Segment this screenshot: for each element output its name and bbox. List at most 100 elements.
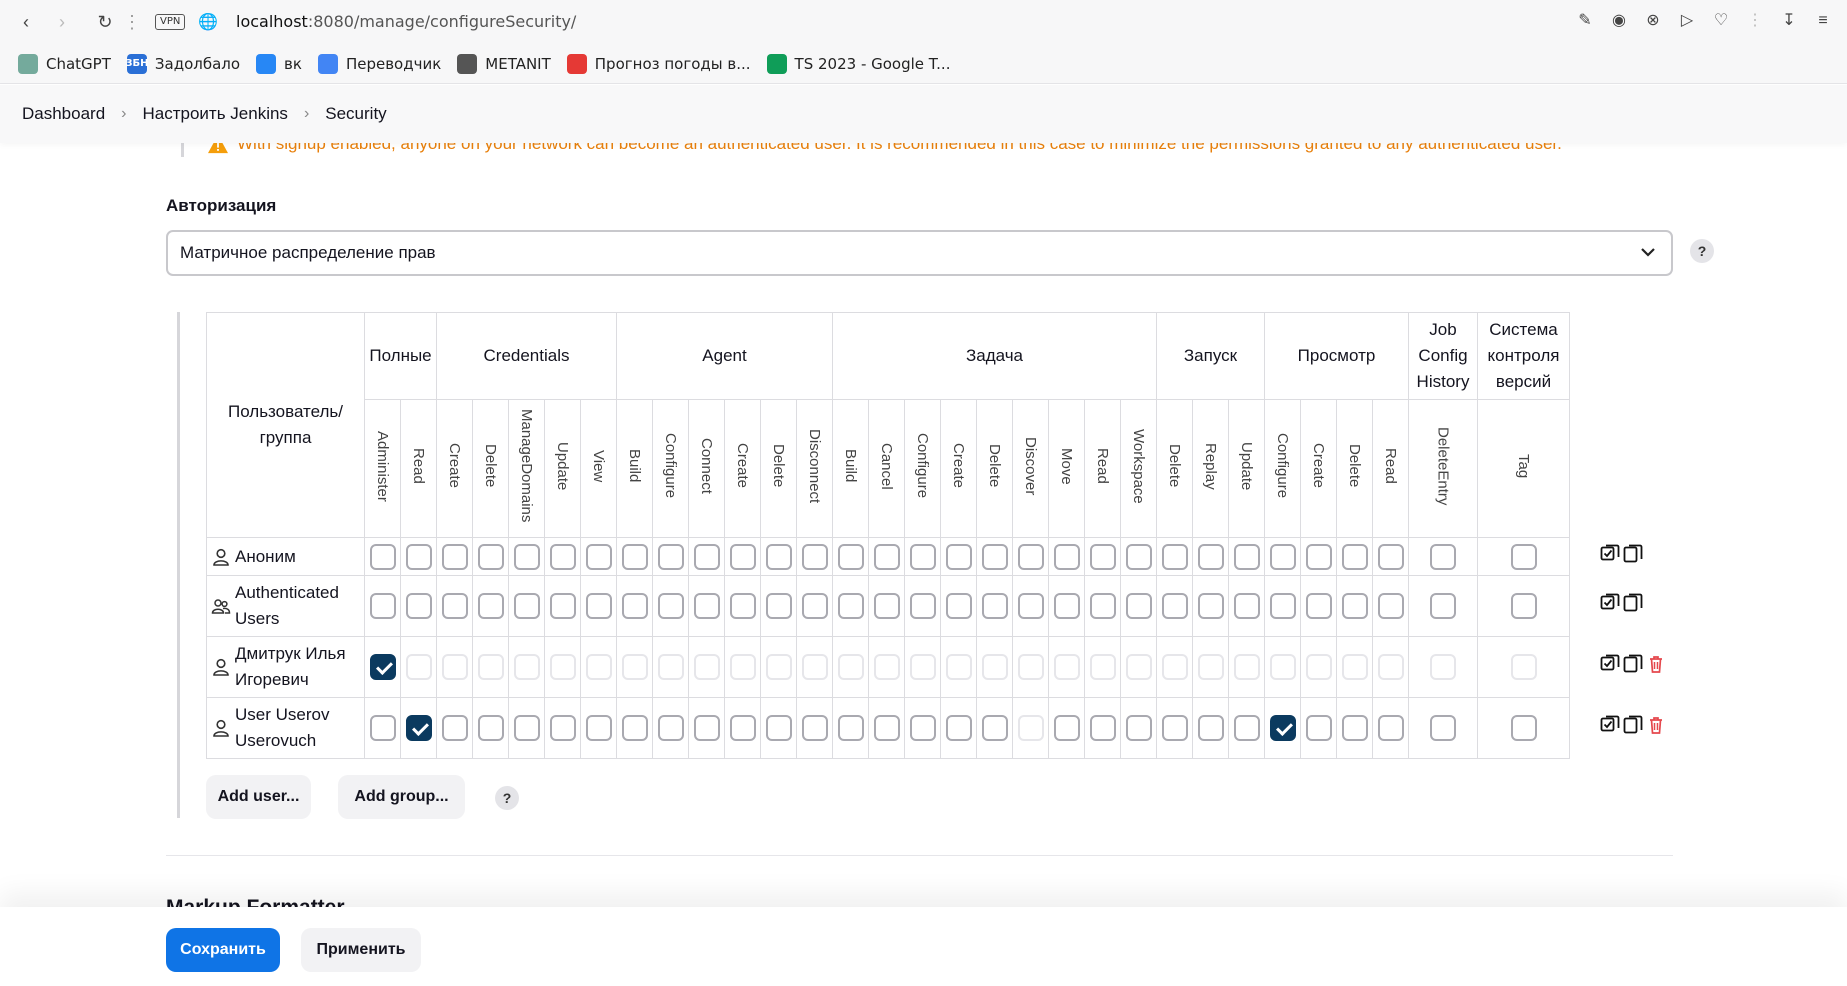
settings-sliders-icon[interactable]: ≡ xyxy=(1813,10,1833,32)
bookmark-item[interactable]: Прогноз погоды в... xyxy=(566,53,751,74)
permission-checkbox[interactable] xyxy=(873,715,900,741)
permission-checkbox[interactable] xyxy=(1161,543,1188,570)
permission-checkbox[interactable] xyxy=(369,593,396,619)
permission-checkbox[interactable] xyxy=(1197,715,1224,741)
permission-checkbox[interactable] xyxy=(729,654,756,680)
permission-checkbox[interactable] xyxy=(729,715,756,741)
permission-checkbox[interactable] xyxy=(1510,593,1537,619)
permission-checkbox[interactable] xyxy=(981,593,1008,619)
permission-checkbox[interactable] xyxy=(945,593,972,619)
breadcrumb-dashboard[interactable]: Dashboard xyxy=(22,104,105,124)
select-all-icon[interactable] xyxy=(1600,715,1620,735)
permission-checkbox[interactable] xyxy=(1161,715,1188,741)
permission-checkbox[interactable] xyxy=(1053,654,1080,680)
add-user-button[interactable]: Add user... xyxy=(206,775,311,819)
permission-checkbox[interactable] xyxy=(873,593,900,619)
permission-checkbox[interactable] xyxy=(1341,654,1368,680)
permission-checkbox[interactable] xyxy=(405,654,432,680)
permission-checkbox[interactable] xyxy=(1197,654,1224,680)
address-bar[interactable]: localhost:8080/manage/configureSecurity/ xyxy=(236,12,576,31)
permission-checkbox[interactable] xyxy=(1017,593,1044,619)
add-group-button[interactable]: Add group... xyxy=(338,775,465,819)
unselect-all-icon[interactable] xyxy=(1623,544,1643,564)
permission-checkbox[interactable] xyxy=(873,543,900,570)
authorization-select[interactable]: Матричное распределение прав xyxy=(166,230,1673,276)
permission-checkbox[interactable] xyxy=(405,715,432,741)
apply-button[interactable]: Применить xyxy=(301,928,421,972)
select-all-icon[interactable] xyxy=(1600,654,1620,674)
permission-checkbox[interactable] xyxy=(1017,654,1044,680)
trash-icon[interactable] xyxy=(1646,654,1666,674)
permission-checkbox[interactable] xyxy=(693,543,720,570)
permission-checkbox[interactable] xyxy=(441,715,468,741)
permission-checkbox[interactable] xyxy=(1269,543,1296,570)
permission-checkbox[interactable] xyxy=(1305,715,1332,741)
permission-checkbox[interactable] xyxy=(981,543,1008,570)
permission-checkbox[interactable] xyxy=(1053,593,1080,619)
permission-checkbox[interactable] xyxy=(1233,715,1260,741)
permission-checkbox[interactable] xyxy=(1377,715,1404,741)
permission-checkbox[interactable] xyxy=(1510,654,1537,680)
permission-checkbox[interactable] xyxy=(1269,715,1296,741)
authorization-help-button[interactable]: ? xyxy=(1690,239,1714,263)
permission-checkbox[interactable] xyxy=(585,543,612,570)
permission-checkbox[interactable] xyxy=(693,715,720,741)
matrix-help-button[interactable]: ? xyxy=(495,786,519,810)
send-icon[interactable]: ▷ xyxy=(1677,10,1697,32)
bookmark-item[interactable]: ChatGPT xyxy=(18,53,111,74)
permission-checkbox[interactable] xyxy=(693,593,720,619)
permission-checkbox[interactable] xyxy=(1430,593,1456,619)
permission-checkbox[interactable] xyxy=(1430,715,1456,741)
permission-checkbox[interactable] xyxy=(1269,654,1296,680)
permission-checkbox[interactable] xyxy=(1125,593,1152,619)
permission-checkbox[interactable] xyxy=(1341,543,1368,570)
bookmark-item[interactable]: METANIT xyxy=(457,53,551,74)
unselect-all-icon[interactable] xyxy=(1623,593,1643,613)
permission-checkbox[interactable] xyxy=(729,593,756,619)
permission-checkbox[interactable] xyxy=(513,593,540,619)
permission-checkbox[interactable] xyxy=(1510,543,1537,570)
close-circle-icon[interactable]: ⊗ xyxy=(1643,10,1663,32)
permission-checkbox[interactable] xyxy=(1341,593,1368,619)
permission-checkbox[interactable] xyxy=(1089,593,1116,619)
permission-checkbox[interactable] xyxy=(837,715,864,741)
permission-checkbox[interactable] xyxy=(945,715,972,741)
permission-checkbox[interactable] xyxy=(1341,715,1368,741)
permission-checkbox[interactable] xyxy=(513,543,540,570)
permission-checkbox[interactable] xyxy=(477,654,504,680)
breadcrumb-security[interactable]: Security xyxy=(325,104,386,124)
permission-checkbox[interactable] xyxy=(1430,654,1456,680)
bookmark-item[interactable]: Переводчик xyxy=(317,53,441,74)
reload-icon[interactable]: ↻ xyxy=(93,10,117,34)
permission-checkbox[interactable] xyxy=(1377,543,1404,570)
permission-checkbox[interactable] xyxy=(1305,543,1332,570)
permission-checkbox[interactable] xyxy=(801,593,828,619)
permission-checkbox[interactable] xyxy=(1053,543,1080,570)
permission-checkbox[interactable] xyxy=(1125,543,1152,570)
permission-checkbox[interactable] xyxy=(549,654,576,680)
permission-checkbox[interactable] xyxy=(1377,593,1404,619)
permission-checkbox[interactable] xyxy=(1125,654,1152,680)
permission-checkbox[interactable] xyxy=(1017,715,1044,741)
permission-checkbox[interactable] xyxy=(801,715,828,741)
permission-checkbox[interactable] xyxy=(1269,593,1296,619)
permission-checkbox[interactable] xyxy=(585,593,612,619)
permission-checkbox[interactable] xyxy=(1053,715,1080,741)
permission-checkbox[interactable] xyxy=(945,543,972,570)
permission-checkbox[interactable] xyxy=(1430,543,1456,570)
permission-checkbox[interactable] xyxy=(765,715,792,741)
permission-checkbox[interactable] xyxy=(729,543,756,570)
permission-checkbox[interactable] xyxy=(477,593,504,619)
bookmark-item[interactable]: вк xyxy=(256,53,302,74)
permission-checkbox[interactable] xyxy=(909,543,936,570)
permission-checkbox[interactable] xyxy=(1197,593,1224,619)
permission-checkbox[interactable] xyxy=(621,543,648,570)
select-all-icon[interactable] xyxy=(1600,593,1620,613)
breadcrumb-configure-jenkins[interactable]: Настроить Jenkins xyxy=(143,104,288,124)
permission-checkbox[interactable] xyxy=(945,654,972,680)
permission-checkbox[interactable] xyxy=(369,543,396,570)
permission-checkbox[interactable] xyxy=(1017,543,1044,570)
permission-checkbox[interactable] xyxy=(765,593,792,619)
permission-checkbox[interactable] xyxy=(693,654,720,680)
menu-dots-icon[interactable]: ⋮ xyxy=(120,10,144,34)
